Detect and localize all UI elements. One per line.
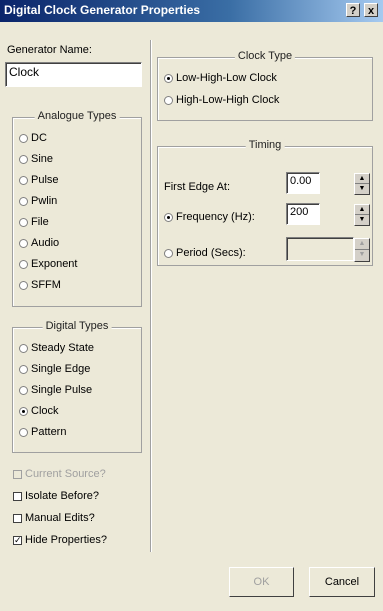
first-edge-input[interactable]: 0.00 (286, 172, 320, 194)
radio-selected-icon (164, 212, 173, 222)
checkbox-icon (13, 513, 22, 523)
generator-name-input[interactable]: Clock (5, 62, 142, 87)
window-title: Digital Clock Generator Properties (4, 3, 201, 17)
radio-icon (19, 280, 28, 290)
radio-selected-icon (19, 406, 28, 416)
radio-exponent[interactable]: Exponent (19, 258, 77, 270)
radio-pattern[interactable]: Pattern (19, 426, 66, 438)
spin-down-icon[interactable]: ▼ (355, 184, 369, 194)
radio-audio[interactable]: Audio (19, 237, 59, 249)
spin-up-icon[interactable]: ▲ (355, 205, 369, 215)
analogue-types-group: Analogue Types DC Sine Pulse Pwlin File … (12, 110, 142, 307)
help-button[interactable]: ? (346, 3, 360, 17)
digital-types-title: Digital Types (42, 320, 112, 332)
radio-sffm[interactable]: SFFM (19, 279, 61, 291)
hide-properties-checkbox[interactable]: ✓ Hide Properties? (13, 534, 107, 546)
radio-frequency[interactable]: Frequency (Hz): (164, 211, 255, 223)
radio-icon (164, 248, 173, 258)
title-bar: Digital Clock Generator Properties ? x (0, 0, 383, 22)
radio-clock[interactable]: Clock (19, 405, 59, 417)
spin-down-icon[interactable]: ▼ (355, 215, 369, 225)
radio-single-pulse[interactable]: Single Pulse (19, 384, 92, 396)
current-source-checkbox: Current Source? (13, 468, 106, 480)
frequency-spinner[interactable]: ▲ ▼ (354, 204, 370, 226)
radio-pulse[interactable]: Pulse (19, 174, 59, 186)
radio-file[interactable]: File (19, 216, 49, 228)
clock-type-group: Clock Type Low-High-Low Clock High-Low-H… (157, 50, 373, 121)
manual-edits-checkbox[interactable]: Manual Edits? (13, 512, 95, 524)
close-button[interactable]: x (364, 3, 378, 17)
radio-single-edge[interactable]: Single Edge (19, 363, 90, 375)
radio-icon (19, 385, 28, 395)
radio-steady-state[interactable]: Steady State (19, 342, 94, 354)
frequency-input[interactable]: 200 (286, 203, 320, 225)
cancel-button[interactable]: Cancel (309, 567, 375, 597)
radio-icon (164, 95, 173, 105)
timing-title: Timing (245, 139, 285, 151)
checkbox-checked-icon: ✓ (13, 534, 22, 545)
timing-group: Timing First Edge At: 0.00 ▲ ▼ Frequency… (157, 139, 373, 266)
radio-icon (19, 427, 28, 437)
radio-icon (19, 175, 28, 185)
isolate-before-checkbox[interactable]: Isolate Before? (13, 490, 99, 502)
vertical-divider (150, 40, 152, 552)
radio-icon (19, 196, 28, 206)
radio-sine[interactable]: Sine (19, 153, 53, 165)
radio-period[interactable]: Period (Secs): (164, 247, 246, 259)
digital-types-group: Digital Types Steady State Single Edge S… (12, 320, 142, 453)
spin-up-icon[interactable]: ▲ (355, 174, 369, 184)
generator-name-label: Generator Name: (7, 44, 92, 56)
period-input (286, 237, 354, 261)
radio-selected-icon (164, 73, 173, 83)
ok-button[interactable]: OK (229, 567, 294, 597)
radio-icon (19, 238, 28, 248)
period-spinner: ▲ ▼ (354, 238, 370, 262)
checkbox-icon (13, 491, 22, 501)
clock-type-title: Clock Type (234, 50, 296, 62)
radio-high-low-high-clock[interactable]: High-Low-High Clock (164, 94, 279, 106)
radio-icon (19, 217, 28, 227)
radio-icon (19, 343, 28, 353)
first-edge-label: First Edge At: (164, 181, 231, 193)
spin-up-icon: ▲ (355, 239, 369, 250)
radio-icon (19, 133, 28, 143)
radio-low-high-low-clock[interactable]: Low-High-Low Clock (164, 72, 277, 84)
radio-icon (19, 259, 28, 269)
radio-pwlin[interactable]: Pwlin (19, 195, 57, 207)
radio-icon (19, 154, 28, 164)
checkbox-icon (13, 469, 22, 479)
radio-icon (19, 364, 28, 374)
spin-down-icon: ▼ (358, 251, 366, 258)
radio-dc[interactable]: DC (19, 132, 47, 144)
first-edge-spinner[interactable]: ▲ ▼ (354, 173, 370, 195)
analogue-types-title: Analogue Types (34, 110, 120, 122)
